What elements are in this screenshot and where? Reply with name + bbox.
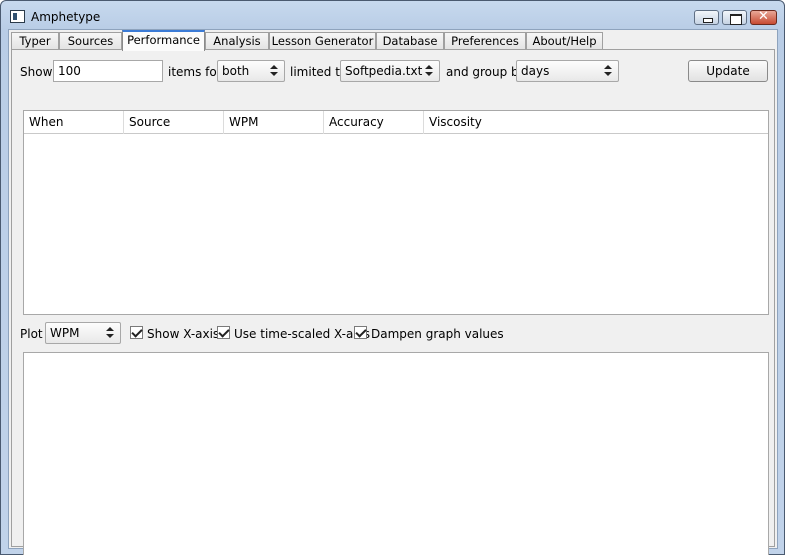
dampen-checkbox[interactable] xyxy=(354,326,367,339)
updown-arrow-icon xyxy=(604,64,612,78)
items-for-label: items for xyxy=(168,65,222,79)
column-header-accuracy[interactable]: Accuracy xyxy=(324,111,424,134)
table-header: When Source WPM Accuracy Viscosity xyxy=(24,111,768,134)
tab-lesson-generator[interactable]: Lesson Generator xyxy=(269,32,376,50)
plot-value: WPM xyxy=(50,326,80,340)
tab-preferences[interactable]: Preferences xyxy=(444,32,526,50)
limited-to-select[interactable]: Softpedia.txt xyxy=(340,60,440,82)
group-by-value: days xyxy=(521,64,550,78)
window-title: Amphetype xyxy=(31,10,101,24)
group-by-label: and group by xyxy=(446,65,526,79)
column-header-when[interactable]: When xyxy=(24,111,124,134)
column-header-viscosity[interactable]: Viscosity xyxy=(424,111,768,134)
plot-select[interactable]: WPM xyxy=(45,322,121,344)
limited-to-value: Softpedia.txt xyxy=(345,64,423,78)
performance-panel: Show 100 items for both limited to Softp… xyxy=(11,49,775,555)
plot-label: Plot xyxy=(20,327,43,341)
results-table[interactable]: When Source WPM Accuracy Viscosity xyxy=(23,110,769,315)
tab-sources[interactable]: Sources xyxy=(59,32,122,50)
tab-about-help[interactable]: About/Help xyxy=(526,32,603,50)
items-for-select[interactable]: both xyxy=(217,60,285,82)
column-header-wpm[interactable]: WPM xyxy=(224,111,324,134)
dampen-label[interactable]: Dampen graph values xyxy=(371,327,504,341)
tab-performance[interactable]: Performance xyxy=(122,30,205,51)
count-input[interactable]: 100 xyxy=(53,60,163,82)
title-bar[interactable]: Amphetype ✕ xyxy=(1,1,784,31)
tab-database[interactable]: Database xyxy=(376,32,444,50)
time-scaled-checkbox[interactable] xyxy=(217,326,230,339)
app-icon xyxy=(10,10,25,23)
graph-area[interactable] xyxy=(23,352,769,555)
group-by-select[interactable]: days xyxy=(516,60,619,82)
close-button[interactable]: ✕ xyxy=(750,9,777,25)
updown-arrow-icon xyxy=(270,64,278,78)
column-header-source[interactable]: Source xyxy=(124,111,224,134)
tab-typer[interactable]: Typer xyxy=(11,32,59,50)
show-x-axis-checkbox[interactable] xyxy=(130,326,143,339)
updown-arrow-icon xyxy=(106,326,114,340)
time-scaled-label[interactable]: Use time-scaled X-axis xyxy=(234,327,370,341)
show-label: Show xyxy=(20,65,53,79)
client-area: Typer Sources Performance Analysis Lesso… xyxy=(8,29,778,555)
close-icon: ✕ xyxy=(758,9,769,24)
maximize-button[interactable] xyxy=(722,10,747,25)
updown-arrow-icon xyxy=(425,64,433,78)
app-window: Amphetype ✕ Typer Sources Performance An… xyxy=(0,0,785,555)
tab-analysis[interactable]: Analysis xyxy=(205,32,269,50)
limited-to-label: limited to xyxy=(290,65,348,79)
update-button[interactable]: Update xyxy=(688,60,768,82)
show-x-axis-label[interactable]: Show X-axis xyxy=(147,327,219,341)
items-for-value: both xyxy=(222,64,250,78)
minimize-button[interactable] xyxy=(694,10,719,25)
